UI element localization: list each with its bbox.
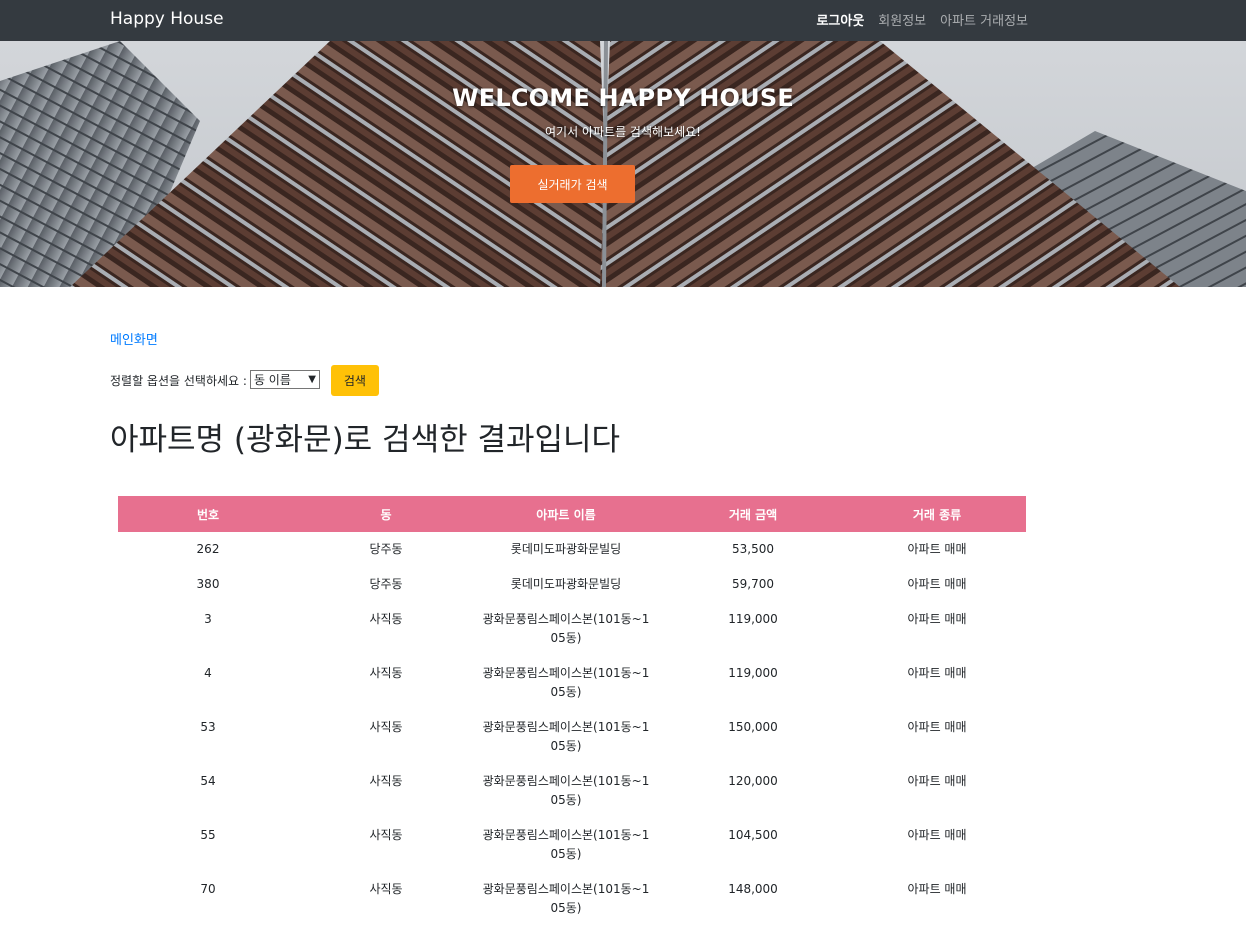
- header-price: 거래 금액: [658, 496, 848, 532]
- cell-apt-name: 광화문풍림스페이스본(101동~105동): [474, 710, 658, 764]
- apt-name-text: 광화문풍림스페이스본(101동~105동): [482, 774, 650, 807]
- table-header-row: 번호 동 아파트 이름 거래 금액 거래 종류: [118, 496, 1026, 532]
- cell-dong: 사직동: [369, 720, 403, 734]
- cell-dong: 사직동: [369, 774, 403, 788]
- price-search-button[interactable]: 실거래가 검색: [510, 165, 635, 203]
- hero-subtitle: 여기서 아파트를 검색해보세요!: [545, 125, 701, 139]
- chevron-down-icon: ▼: [308, 373, 316, 385]
- sort-option-select[interactable]: 동 이름 ▼: [249, 369, 320, 389]
- header-dong: 동: [298, 496, 474, 532]
- cell-deal-type: 아파트 매매: [907, 666, 967, 680]
- cell-apt-name: 광화문풍림스페이스본(101동~105동): [474, 872, 658, 926]
- sort-row: 정렬할 옵션을 선택하세요 : 동 이름 ▼ 검색: [110, 365, 379, 396]
- cell-price: 59,700: [732, 577, 774, 591]
- cell-deal-type: 아파트 매매: [907, 577, 967, 591]
- cell-price: 150,000: [728, 720, 778, 734]
- nav-logout-link[interactable]: 로그아웃: [816, 10, 864, 29]
- apt-name-text: 광화문풍림스페이스본(101동~105동): [482, 882, 650, 915]
- cell-apt-name: 광화문풍림스페이스본(101동~105동): [474, 764, 658, 818]
- cell-apt-name: 광화문풍림스페이스본(101동~105동): [474, 602, 658, 656]
- result-heading: 아파트명 (광화문)로 검색한 결과입니다: [110, 422, 621, 458]
- cell-apt-name: 광화문풍림스페이스본(101동~105동): [474, 656, 658, 710]
- header-apt-name: 아파트 이름: [474, 496, 658, 532]
- cell-deal-type: 아파트 매매: [907, 828, 967, 842]
- cell-dong: 사직동: [369, 666, 403, 680]
- cell-deal-type: 아파트 매매: [907, 542, 967, 556]
- sort-search-button[interactable]: 검색: [330, 365, 379, 396]
- table-row: 3 사직동 광화문풍림스페이스본(101동~105동) 119,000 아파트 매매: [118, 602, 1026, 656]
- cell-apt-name: 롯데미도파광화문빌딩: [474, 567, 658, 602]
- hero-title: WELCOME HAPPY HOUSE: [452, 84, 794, 112]
- apt-name-text: 롯데미도파광화문빌딩: [510, 577, 622, 591]
- cell-price: 120,000: [728, 774, 778, 788]
- cell-price: 119,000: [728, 612, 778, 626]
- apt-name-text: 광화문풍림스페이스본(101동~105동): [482, 828, 650, 861]
- cell-price: 119,000: [728, 666, 778, 680]
- table-row: 53 사직동 광화문풍림스페이스본(101동~105동) 150,000 아파트 매매: [118, 710, 1026, 764]
- cell-deal-type: 아파트 매매: [907, 774, 967, 788]
- brand-link[interactable]: Happy House: [110, 9, 224, 29]
- sort-label: 정렬할 옵션을 선택하세요 :: [110, 374, 247, 388]
- header-deal-type: 거래 종류: [848, 496, 1026, 532]
- cell-price: 104,500: [728, 828, 778, 842]
- table-row: 70 사직동 광화문풍림스페이스본(101동~105동) 148,000 아파트 매매: [118, 872, 1026, 926]
- cell-deal-type: 아파트 매매: [907, 720, 967, 734]
- cell-price: 148,000: [728, 882, 778, 896]
- apt-name-text: 광화문풍림스페이스본(101동~105동): [482, 666, 650, 699]
- table-row: 55 사직동 광화문풍림스페이스본(101동~105동) 104,500 아파트 매매: [118, 818, 1026, 872]
- cell-number: 262: [196, 542, 220, 556]
- cell-number: 3: [204, 612, 212, 626]
- header-number: 번호: [118, 496, 298, 532]
- cell-number: 4: [204, 666, 212, 680]
- cell-deal-type: 아파트 매매: [907, 612, 967, 626]
- cell-number: 55: [200, 828, 216, 842]
- cell-dong: 사직동: [369, 612, 403, 626]
- cell-price: 53,500: [732, 542, 774, 556]
- cell-number: 380: [196, 577, 220, 591]
- cell-dong: 당주동: [369, 577, 403, 591]
- cell-dong: 사직동: [369, 882, 403, 896]
- table-row: 262 당주동 롯데미도파광화문빌딩 53,500 아파트 매매: [118, 532, 1026, 567]
- nav-apt-deal-link[interactable]: 아파트 거래정보: [940, 10, 1028, 29]
- cell-number: 53: [200, 720, 216, 734]
- apt-name-text: 광화문풍림스페이스본(101동~105동): [482, 612, 650, 645]
- cell-apt-name: 롯데미도파광화문빌딩: [474, 532, 658, 567]
- cell-number: 54: [200, 774, 216, 788]
- result-table: 번호 동 아파트 이름 거래 금액 거래 종류 262 당주동 롯데미도파광화문빌딩…: [118, 496, 1026, 926]
- sort-selected-value: 동 이름: [253, 372, 291, 387]
- table-body: 262 당주동 롯데미도파광화문빌딩 53,500 아파트 매매 380 당주동 롯데미도파광…: [118, 532, 1026, 926]
- main-page-link[interactable]: 메인화면: [110, 329, 158, 348]
- table-row: 380 당주동 롯데미도파광화문빌딩 59,700 아파트 매매: [118, 567, 1026, 602]
- cell-apt-name: 광화문풍림스페이스본(101동~105동): [474, 818, 658, 872]
- table-row: 54 사직동 광화문풍림스페이스본(101동~105동) 120,000 아파트 매매: [118, 764, 1026, 818]
- top-navbar: Happy House 로그아웃 회원정보 아파트 거래정보: [0, 0, 1246, 41]
- nav-links: 로그아웃 회원정보 아파트 거래정보: [816, 10, 1028, 29]
- table-row: 4 사직동 광화문풍림스페이스본(101동~105동) 119,000 아파트 매매: [118, 656, 1026, 710]
- apt-name-text: 롯데미도파광화문빌딩: [510, 542, 622, 556]
- cell-dong: 당주동: [369, 542, 403, 556]
- apt-name-text: 광화문풍림스페이스본(101동~105동): [482, 720, 650, 753]
- hero-banner: WELCOME HAPPY HOUSE 여기서 아파트를 검색해보세요! 실거래…: [0, 41, 1246, 287]
- cell-number: 70: [200, 882, 216, 896]
- hero-building-image: [0, 41, 1246, 287]
- cell-dong: 사직동: [369, 828, 403, 842]
- cell-deal-type: 아파트 매매: [907, 882, 967, 896]
- nav-member-info-link[interactable]: 회원정보: [878, 10, 926, 29]
